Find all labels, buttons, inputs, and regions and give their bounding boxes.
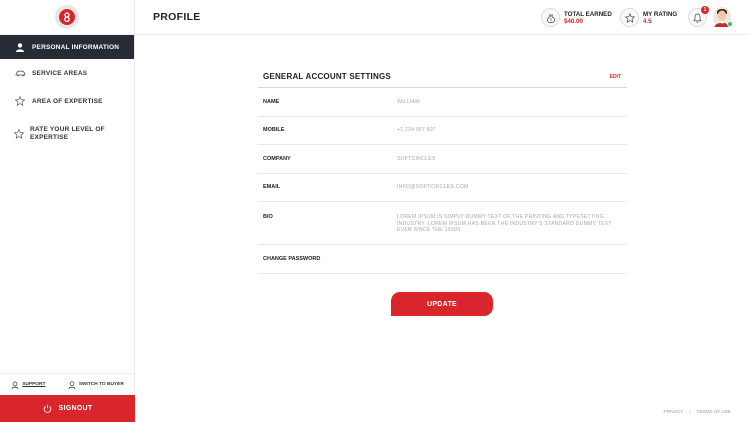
terms-link[interactable]: TERMS OF USE <box>697 409 731 414</box>
field-row-email: EMAIL INFO@SOFTCIRCLES.COM <box>258 174 627 202</box>
field-row-mobile: MOBILE +1 234 567 897 <box>258 117 627 145</box>
field-label: MOBILE <box>263 127 285 134</box>
switch-to-buyer-link[interactable]: SWITCH TO BUYER <box>68 380 124 389</box>
earned-label: TOTAL EARNED <box>564 10 612 18</box>
field-row-company: COMPANY SOFTCIRCLES <box>258 145 627 174</box>
sidebar-item-label: PERSONAL INFORMATION <box>32 43 120 51</box>
link-separator: | <box>689 409 691 414</box>
update-button[interactable]: UPDATE <box>391 292 493 316</box>
field-label: BIO <box>263 214 273 220</box>
notification-badge: 1 <box>701 6 709 14</box>
field-value: LOREM IPSUM IS SIMPLY DUMMY TEXT OF THE … <box>397 214 612 234</box>
rating-label: MY RATING <box>643 10 678 18</box>
sidebar-item-label: SERVICE AREAS <box>32 69 88 77</box>
field-value: +1 234 567 897 <box>397 127 437 134</box>
field-label: NAME <box>263 98 280 105</box>
field-row-bio: BIO LOREM IPSUM IS SIMPLY DUMMY TEXT OF … <box>258 202 627 245</box>
logo-container <box>0 0 134 35</box>
page-title: PROFILE <box>153 11 201 23</box>
sidebar-item-rate-expertise[interactable]: RATE YOUR LEVEL OF EXPERTISE <box>0 115 134 153</box>
bottom-links: PRIVACY | TERMS OF USE <box>664 409 732 414</box>
field-row-change-password[interactable]: CHANGE PASSWORD <box>258 245 627 274</box>
card-title: GENERAL ACCOUNT SETTINGS <box>263 72 391 81</box>
star-icon <box>14 129 24 139</box>
field-value: WILLIAM <box>397 98 420 105</box>
support-label: SUPPORT <box>22 382 46 387</box>
field-value: INFO@SOFTCIRCLES.COM <box>397 184 469 191</box>
field-label: EMAIL <box>263 184 281 191</box>
card-header: GENERAL ACCOUNT SETTINGS EDIT <box>258 66 627 88</box>
edit-link[interactable]: EDIT <box>610 74 621 80</box>
logo-mark-icon <box>59 9 75 25</box>
avatar[interactable] <box>713 7 733 27</box>
money-bag-icon <box>541 8 560 27</box>
top-header: PROFILE TOTAL EARNED $40.00 MY RATING 4.… <box>135 0 750 35</box>
support-agent-icon <box>11 381 19 389</box>
sidebar-item-label: AREA OF EXPERTISE <box>32 97 103 105</box>
online-status-dot <box>727 21 733 27</box>
field-row-name: NAME WILLIAM <box>258 88 627 117</box>
power-icon <box>43 404 52 413</box>
sidebar-item-service-areas[interactable]: SERVICE AREAS <box>0 59 134 87</box>
app-logo[interactable] <box>55 5 79 29</box>
my-rating-widget[interactable]: MY RATING 4.5 <box>620 8 677 27</box>
user-icon <box>14 42 26 52</box>
earned-value: $40.00 <box>564 17 583 25</box>
car-icon <box>14 70 26 77</box>
signout-label: SIGNOUT <box>58 405 93 412</box>
notifications-button[interactable]: 1 <box>688 6 709 27</box>
field-value: SOFTCIRCLES <box>397 155 436 162</box>
star-icon <box>620 8 639 27</box>
account-settings-card: GENERAL ACCOUNT SETTINGS EDIT NAME WILLI… <box>258 66 627 274</box>
privacy-link[interactable]: PRIVACY <box>664 409 684 414</box>
field-label: COMPANY <box>263 155 291 162</box>
user-outline-icon <box>68 380 76 389</box>
signout-button[interactable]: SIGNOUT <box>0 395 135 422</box>
sidebar-item-label: RATE YOUR LEVEL OF EXPERTISE <box>30 126 105 141</box>
field-label: CHANGE PASSWORD <box>263 255 321 262</box>
switch-label: SWITCH TO BUYER <box>78 382 124 387</box>
total-earned-widget[interactable]: TOTAL EARNED $40.00 <box>541 8 612 27</box>
bell-icon <box>693 13 702 23</box>
star-icon <box>14 96 26 106</box>
sidebar-item-area-of-expertise[interactable]: AREA OF EXPERTISE <box>0 87 134 115</box>
sidebar-footer: SUPPORT SWITCH TO BUYER <box>0 373 135 395</box>
sidebar-item-personal-information[interactable]: PERSONAL INFORMATION <box>0 35 134 59</box>
support-link[interactable]: SUPPORT <box>11 381 45 389</box>
rating-value: 4.5 <box>643 17 652 25</box>
sidebar: PERSONAL INFORMATION SERVICE AREAS AREA … <box>0 0 135 422</box>
